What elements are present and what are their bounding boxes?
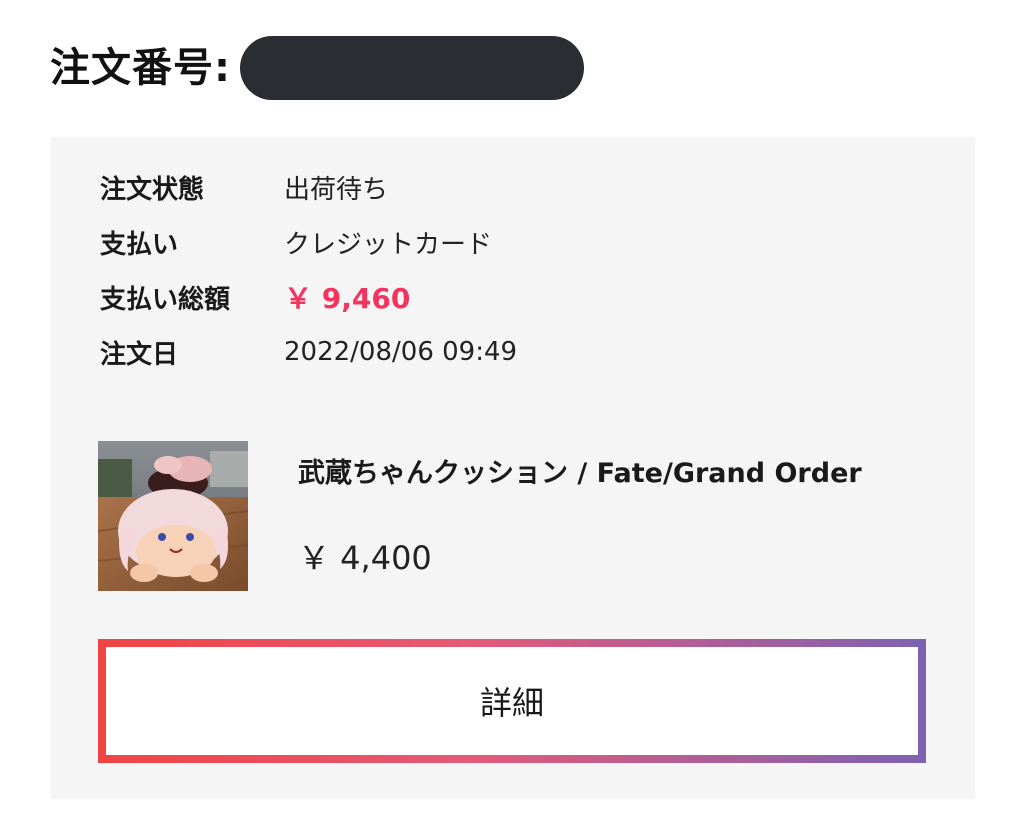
order-date-label: 注文日 <box>100 339 179 370</box>
order-number-heading: 注文番号: <box>50 36 231 100</box>
plush-cushion-icon <box>98 441 248 591</box>
payment-total-label: 支払い総額 <box>100 284 231 315</box>
order-number-label: 注文番号: <box>50 45 231 91</box>
product-title[interactable]: 武蔵ちゃんクッション / Fate/Grand Order <box>298 451 862 490</box>
order-status-label: 注文状態 <box>100 174 205 205</box>
payment-total-value: ￥ 9,460 <box>284 282 411 315</box>
order-date-value: 2022/08/06 09:49 <box>284 337 518 367</box>
order-number-redaction <box>240 36 584 100</box>
order-page: 注文番号: 注文状態 出荷待ち 支払い クレジットカード 支払い総額 ￥ 9,4… <box>0 0 1024 825</box>
payment-total-row: 支払い総額 ￥ 9,460 <box>100 277 410 317</box>
payment-method-value: クレジットカード <box>284 229 493 260</box>
order-status-value: 出荷待ち <box>284 174 389 205</box>
detail-button-label: 詳細 <box>106 647 918 755</box>
product-image[interactable] <box>98 441 248 591</box>
payment-method-label: 支払い <box>100 229 179 260</box>
order-date-row: 注文日 2022/08/06 09:49 <box>100 332 517 372</box>
payment-method-row: 支払い クレジットカード <box>100 222 492 262</box>
order-card: 注文状態 出荷待ち 支払い クレジットカード 支払い総額 ￥ 9,460 注文日… <box>50 137 975 799</box>
order-status-row: 注文状態 出荷待ち <box>100 167 388 207</box>
product-price: ￥ 4,400 <box>298 539 432 577</box>
detail-button[interactable]: 詳細 <box>98 639 926 763</box>
